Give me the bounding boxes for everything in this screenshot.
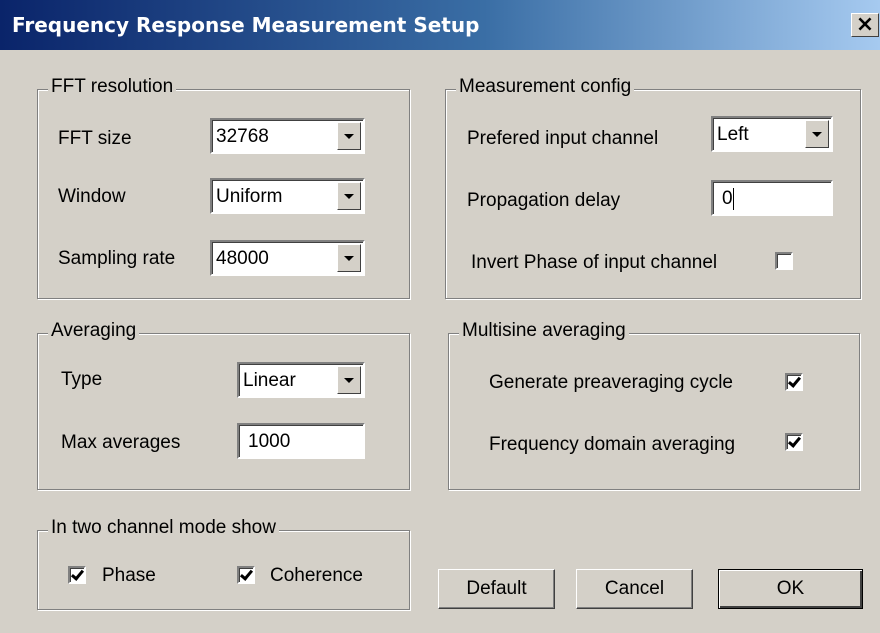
averaging-type-label: Type — [61, 369, 103, 390]
chevron-down-icon[interactable] — [337, 244, 361, 272]
text-caret — [733, 188, 734, 210]
sampling-rate-label: Sampling rate — [58, 248, 176, 269]
preaveraging-checkbox[interactable] — [785, 373, 803, 391]
multisine-averaging-group: Multisine averaging — [448, 320, 860, 490]
close-icon: × — [855, 12, 875, 37]
max-averages-value: 1000 — [248, 431, 291, 452]
chevron-down-icon[interactable] — [805, 120, 829, 148]
input-channel-select[interactable]: Left — [711, 116, 833, 152]
sampling-rate-value: 48000 — [216, 248, 269, 269]
phase-checkbox[interactable] — [68, 566, 86, 584]
averaging-group: Averaging — [37, 320, 410, 490]
window-select[interactable]: Uniform — [210, 178, 365, 214]
default-button-label: Default — [466, 578, 527, 599]
phase-label: Phase — [102, 565, 156, 586]
default-button[interactable]: Default — [438, 569, 555, 609]
chevron-down-icon[interactable] — [337, 366, 361, 394]
cancel-button-label: Cancel — [604, 578, 665, 599]
propagation-delay-input[interactable]: 0 — [711, 180, 833, 216]
multisine-averaging-title: Multisine averaging — [459, 320, 629, 342]
invert-phase-checkbox[interactable] — [775, 252, 793, 270]
ok-button-label: OK — [776, 578, 805, 599]
input-channel-label: Prefered input channel — [467, 128, 659, 149]
window-value: Uniform — [216, 186, 283, 207]
coherence-label: Coherence — [270, 565, 363, 586]
coherence-checkbox[interactable] — [237, 566, 255, 584]
ok-button[interactable]: OK — [718, 569, 863, 609]
propagation-delay-label: Propagation delay — [467, 190, 621, 211]
input-channel-value: Left — [717, 124, 749, 145]
window-title: Frequency Response Measurement Setup — [12, 13, 480, 37]
fft-size-select[interactable]: 32768 — [210, 118, 365, 154]
title-bar: Frequency Response Measurement Setup × — [0, 0, 880, 50]
invert-phase-label: Invert Phase of input channel — [471, 252, 718, 273]
fft-resolution-title: FFT resolution — [48, 76, 177, 98]
two-channel-title: In two channel mode show — [48, 517, 279, 539]
propagation-delay-value: 0 — [722, 188, 733, 209]
window-label: Window — [58, 186, 126, 207]
preaveraging-label: Generate preaveraging cycle — [489, 372, 733, 393]
max-averages-label: Max averages — [61, 432, 181, 453]
averaging-title: Averaging — [48, 320, 140, 342]
fft-size-value: 32768 — [216, 126, 269, 147]
sampling-rate-select[interactable]: 48000 — [210, 240, 365, 276]
close-button[interactable]: × — [851, 13, 879, 37]
frequency-domain-checkbox[interactable] — [785, 433, 803, 451]
cancel-button[interactable]: Cancel — [576, 569, 693, 609]
fft-size-label: FFT size — [58, 128, 132, 149]
chevron-down-icon[interactable] — [337, 122, 361, 150]
measurement-config-title: Measurement config — [456, 76, 635, 98]
max-averages-input[interactable]: 1000 — [237, 423, 365, 459]
averaging-type-value: Linear — [243, 370, 296, 391]
frequency-domain-label: Frequency domain averaging — [489, 434, 736, 455]
chevron-down-icon[interactable] — [337, 182, 361, 210]
averaging-type-select[interactable]: Linear — [237, 362, 365, 398]
